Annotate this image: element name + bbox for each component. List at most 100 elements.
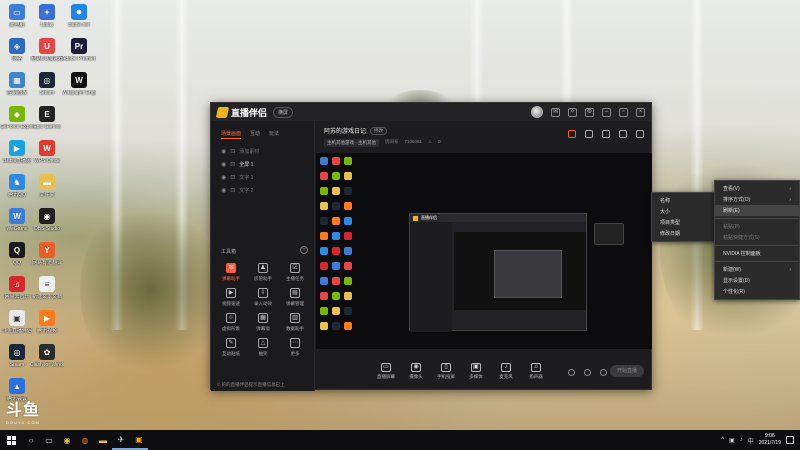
tool-item[interactable]: ▦ 弹幕墙 [247, 313, 279, 332]
context-menu-item[interactable]: 个性化(R) [715, 286, 799, 297]
desktop-icon[interactable]: ◉ OBS Studio [30, 208, 64, 232]
lock-icon[interactable]: ⊡ [230, 187, 235, 194]
camera-icon[interactable] [568, 369, 575, 376]
sidebar-tab[interactable]: 玩法 [269, 130, 279, 139]
eye-icon[interactable]: ◉ [221, 161, 226, 168]
taskbar-app-chrome-icon[interactable]: ◉ [58, 430, 76, 450]
room-category[interactable]: 主机其他游戏 · 主机其他 [324, 139, 379, 147]
settings-gear-icon[interactable] [600, 369, 607, 376]
scene-item[interactable]: ◉ ⊡ 添加素材 [211, 145, 314, 158]
clock[interactable]: 9:06 2021/7/19 [759, 433, 781, 447]
source-control[interactable]: ◉ 摄像头 [406, 362, 426, 380]
desktop-icon[interactable]: ✦ Uplay [30, 4, 64, 28]
avatar[interactable] [531, 106, 543, 118]
tool-item[interactable]: ✎ 互动贴纸 [215, 338, 247, 357]
tool-item[interactable]: ⇩ 录入动效 [247, 288, 279, 307]
desktop-icon[interactable]: ◆ GeForce Experience [0, 106, 34, 130]
context-menu-item[interactable]: 名称 [652, 195, 716, 206]
desktop-icon[interactable]: ▬ 文件夹 [30, 174, 64, 198]
source-control[interactable]: ♪ 麦克风 [496, 362, 516, 380]
tool-item[interactable]: ☺ 虚拟形象 [215, 313, 247, 332]
tool-item[interactable]: ▤ 弹幕管理 [279, 288, 311, 307]
settings-icon[interactable]: ⚙ [585, 107, 594, 117]
desktop-icon[interactable]: W WPS Office [30, 140, 64, 164]
desktop-icon[interactable]: ▣ 斗鱼直播伴侣 [0, 310, 34, 334]
stream-preview[interactable]: 直播伴侣 [316, 153, 652, 349]
context-menu-item[interactable]: 大小 [652, 206, 716, 217]
tool-item[interactable]: ⋯ 更多 [279, 338, 311, 357]
desktop-icon[interactable]: ▶ 腾讯视频 [30, 310, 64, 334]
tool-item[interactable]: ♟ 房管助手 [247, 263, 279, 282]
input-language[interactable]: 中 [748, 436, 754, 445]
network-icon[interactable]: ▣ [729, 437, 735, 444]
message-icon[interactable]: ✉ [551, 107, 560, 117]
desktop-icon[interactable]: ▭ 此电脑 [0, 4, 34, 28]
source-control[interactable]: ▯ 手机投屏 [436, 362, 456, 380]
desktop-icon[interactable]: W Wallpaper Engine [62, 72, 96, 96]
share-icon[interactable] [636, 130, 644, 138]
desktop-icon[interactable]: Y 网易有道翻译 [30, 242, 64, 266]
context-menu-item[interactable]: 排序方式(O) › [715, 194, 799, 205]
tool-item[interactable]: ▶ 视频速递 [215, 288, 247, 307]
context-menu-item[interactable]: 新建(W) › [715, 264, 799, 275]
desktop-icon[interactable]: E Epic Games [30, 106, 64, 130]
taskbar-app-pin-icon[interactable]: ✈ [112, 430, 130, 450]
scene-item[interactable]: ◉ ⊡ 全屏 1 [211, 158, 314, 171]
desktop-icon[interactable]: U 网易UU加速器 [30, 38, 64, 62]
scene-item[interactable]: ◉ ⊡ 文字 1 [211, 171, 314, 184]
lock-icon[interactable] [585, 130, 593, 138]
desktop-icon[interactable]: ▦ 控制面板 [0, 72, 34, 96]
desktop-icon[interactable]: Pr Adobe Premiere [62, 38, 96, 62]
start-button[interactable] [0, 430, 22, 450]
tray-chevron-icon[interactable]: ^ [721, 437, 724, 443]
eye-icon[interactable]: ◉ [221, 148, 226, 155]
start-live-button[interactable]: 开始直播 [610, 365, 644, 377]
eye-icon[interactable]: ◉ [221, 187, 226, 194]
search-icon[interactable]: ○ [22, 430, 40, 450]
lock-icon[interactable]: ⊡ [230, 161, 235, 168]
mode-badge[interactable]: 横屏 [273, 106, 294, 118]
desktop-icon[interactable]: ✿ Clash for Windows [30, 344, 64, 368]
context-menu-item[interactable]: 刷新(E) [715, 205, 799, 216]
lock-icon[interactable]: ⊡ [230, 174, 235, 181]
gift-icon[interactable]: ✧ [568, 107, 577, 117]
tool-item[interactable]: ▥ 数据助手 [279, 313, 311, 332]
tool-item[interactable]: ✉ 弹幕助手 [215, 263, 247, 282]
sidebar-tab[interactable]: 互动 [250, 130, 260, 139]
context-menu-item[interactable]: 显示设置(D) [715, 275, 799, 286]
minimize-icon[interactable]: – [602, 107, 611, 117]
desktop-icon[interactable]: ◎ Steam [0, 344, 34, 368]
context-menu-item[interactable]: 查看(V) › [715, 183, 799, 194]
desktop-icon[interactable]: ✸ Battle.net [62, 4, 96, 28]
desktop-icon[interactable]: ▶ Bilibili直播姬 [0, 140, 34, 164]
taskbar-app-explorer-icon[interactable]: ▬ [94, 430, 112, 450]
tool-item[interactable]: △ 抽奖 [247, 338, 279, 357]
taskbar-app-app-orange-icon[interactable]: ◍ [76, 430, 94, 450]
sidebar-tab[interactable]: 场景画面 [221, 130, 242, 139]
gift-box-icon[interactable] [568, 130, 576, 138]
eye-icon[interactable]: ◉ [221, 174, 226, 181]
source-control[interactable]: ♫ 扬声器 [526, 362, 546, 380]
record-icon[interactable] [584, 369, 591, 376]
desktop-icon[interactable]: ≡ 新建文本文档 [30, 276, 64, 300]
close-icon[interactable]: × [636, 107, 645, 117]
desktop-icon[interactable]: ◈ 网络 [0, 38, 34, 62]
source-control[interactable]: ▣ 多媒体 [466, 362, 486, 380]
task-view-icon[interactable]: ▭ [40, 430, 58, 450]
desktop-icon[interactable]: W WeGame [0, 208, 34, 232]
desktop-icon[interactable]: ♫ 网易云音乐 [0, 276, 34, 300]
room-title[interactable]: 阿苏的游戏日记 [324, 126, 366, 135]
desktop-icon[interactable]: ◎ Steam [30, 72, 64, 96]
volume-icon[interactable]: ♪ [740, 437, 743, 443]
lock-icon[interactable]: ⊡ [230, 148, 235, 155]
source-control[interactable]: ▭ 直播屏幕 [376, 362, 396, 380]
context-menu-item[interactable]: NVIDIA 控制面板 [715, 248, 799, 259]
scene-item[interactable]: ◉ ⊡ 文字 2 [211, 184, 314, 197]
bell-icon[interactable] [619, 130, 627, 138]
context-menu-item[interactable]: 项目类型 [652, 217, 716, 228]
add-tool-icon[interactable]: + [300, 246, 308, 254]
maximize-icon[interactable]: ▫ [619, 107, 628, 117]
desktop-icon[interactable]: Q QQ [0, 242, 34, 266]
tool-item[interactable]: ☑ 主播任务 [279, 263, 311, 282]
context-menu-item[interactable]: 修改日期 [652, 228, 716, 239]
